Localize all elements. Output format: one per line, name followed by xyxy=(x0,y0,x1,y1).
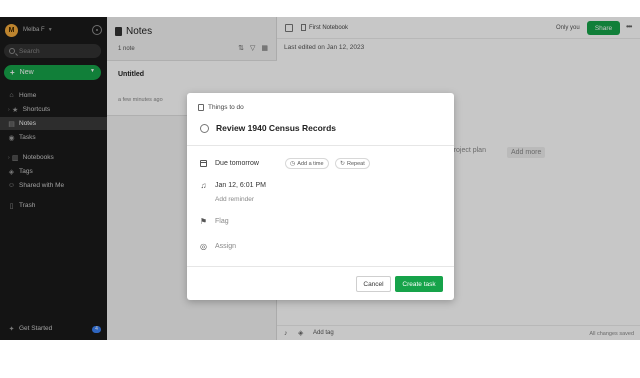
assign-label: Assign xyxy=(215,243,237,250)
reminder-row[interactable]: ♫ Jan 12, 6:01 PM xyxy=(199,181,266,190)
checklist-icon xyxy=(198,104,204,111)
calendar-icon xyxy=(199,159,208,168)
due-date-row[interactable]: Due tomorrow xyxy=(199,159,259,168)
cancel-button[interactable]: Cancel xyxy=(356,276,391,292)
assign-row[interactable]: ◎ Assign xyxy=(199,242,236,251)
bell-icon: ♫ xyxy=(200,181,207,190)
add-time-button[interactable]: ◷ Add a time xyxy=(285,158,329,169)
app-window: M Melba F ▼ + New ▼ ⌂ Home › ★ Shortcuts… xyxy=(0,17,640,340)
task-title-row xyxy=(200,123,396,133)
clock-icon: ◷ xyxy=(290,161,296,167)
due-date-label: Due tomorrow xyxy=(215,160,259,167)
flag-label: Flag xyxy=(215,218,229,225)
repeat-button[interactable]: ↻ Repeat xyxy=(335,158,370,169)
task-title-input[interactable] xyxy=(216,123,396,133)
flag-row[interactable]: ⚑ Flag xyxy=(199,217,229,226)
divider xyxy=(187,266,454,267)
create-task-button[interactable]: Create task xyxy=(395,276,443,292)
task-checkbox-icon[interactable] xyxy=(200,123,209,133)
task-list-selector[interactable]: Things to do xyxy=(198,104,244,111)
create-task-dialog: Things to do Due tomorrow ◷ Add a time ↻… xyxy=(187,93,454,300)
task-list-label: Things to do xyxy=(208,104,244,111)
add-time-label: Add a time xyxy=(297,160,324,167)
user-icon: ◎ xyxy=(200,242,207,251)
repeat-icon: ↻ xyxy=(340,161,346,167)
divider xyxy=(187,145,454,146)
reminder-value: Jan 12, 6:01 PM xyxy=(215,182,266,189)
flag-icon: ⚑ xyxy=(199,217,208,226)
add-reminder-button[interactable]: Add reminder xyxy=(215,196,254,203)
repeat-label: Repeat xyxy=(347,160,365,167)
